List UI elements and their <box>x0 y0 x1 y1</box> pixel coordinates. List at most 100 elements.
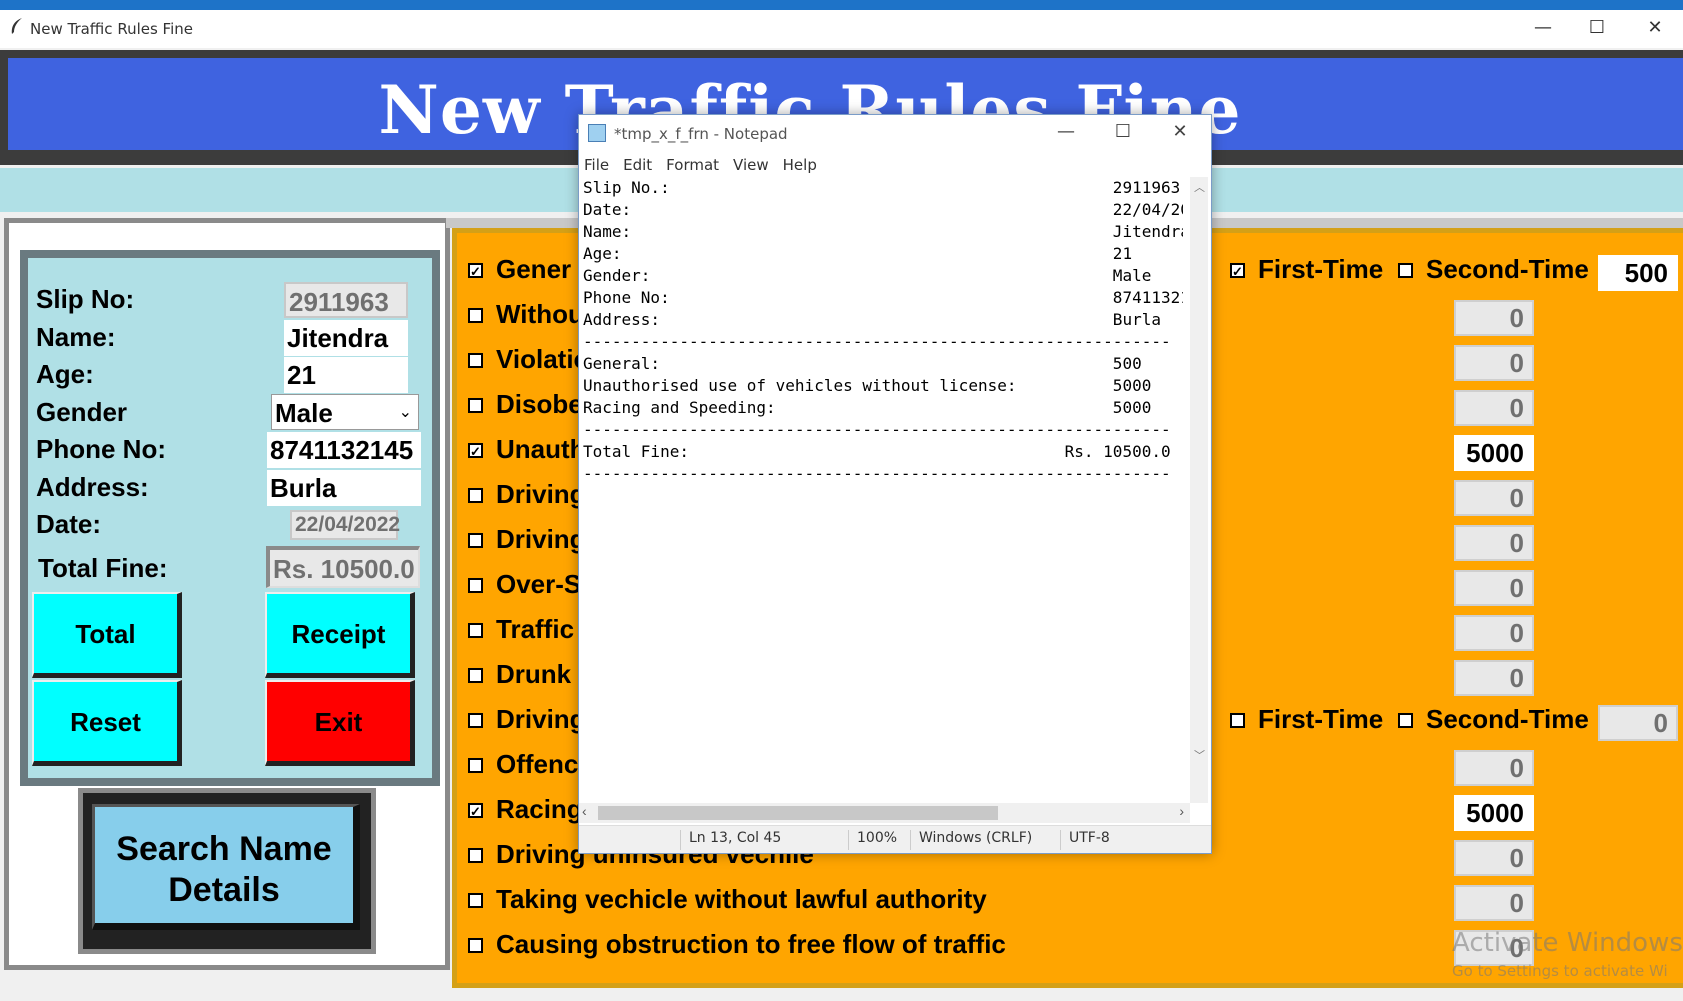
offence-checkbox[interactable] <box>468 848 483 863</box>
offence-checkbox[interactable] <box>468 893 483 908</box>
window-title: New Traffic Rules Fine <box>30 20 193 38</box>
total-button[interactable]: Total <box>32 592 182 678</box>
menu-file[interactable]: File <box>584 156 609 174</box>
offence-amount-field[interactable]: 0 <box>1454 300 1534 336</box>
offence-amount-field[interactable]: 0 <box>1454 660 1534 696</box>
chevron-down-icon: ⌄ <box>398 404 412 421</box>
menu-format[interactable]: Format <box>666 156 719 174</box>
notepad-minimize-button[interactable]: — <box>1046 120 1086 144</box>
top-accent-strip <box>0 0 1683 10</box>
offence-label: Withou <box>496 299 584 329</box>
offence-amount-field[interactable]: 0 <box>1454 525 1534 561</box>
date-field[interactable]: 22/04/2022 <box>290 510 400 540</box>
notepad-line: Unauthorised use of vehicles without lic… <box>583 376 1152 395</box>
notepad-line: Phone No: 8741132145 <box>583 288 1183 307</box>
menu-view[interactable]: View <box>733 156 769 174</box>
gender-select[interactable]: Male ⌄ <box>271 394 419 430</box>
offence-amount-field[interactable]: 0 <box>1454 750 1534 786</box>
offence-checkbox[interactable]: ✓ <box>468 803 483 818</box>
offence-label: Over-S <box>496 569 582 599</box>
receipt-button[interactable]: Receipt <box>265 592 415 678</box>
offence-label: Driving <box>496 704 586 734</box>
reset-button[interactable]: Reset <box>32 680 182 766</box>
first-second-amount-field[interactable]: 0 <box>1598 705 1678 741</box>
offence-checkbox[interactable] <box>468 488 483 503</box>
address-label: Address: <box>36 472 149 502</box>
offence-amount-field[interactable]: 0 <box>1454 885 1534 921</box>
first-second-amount-field[interactable]: 500 <box>1598 255 1678 291</box>
first-time-label: First-Time <box>1258 704 1384 734</box>
activation-watermark-title: Activate Windows <box>1452 928 1683 958</box>
offence-checkbox[interactable] <box>468 533 483 548</box>
menu-help[interactable]: Help <box>783 156 817 174</box>
offence-checkbox[interactable] <box>468 668 483 683</box>
status-line-ending: Windows (CRLF) <box>910 830 1032 850</box>
status-position: Ln 13, Col 45 <box>680 830 781 850</box>
notepad-scroll-thumb[interactable] <box>598 806 998 820</box>
offence-checkbox[interactable] <box>468 938 483 953</box>
scroll-left-icon[interactable]: ‹ <box>582 803 587 819</box>
notepad-text-area[interactable]: Slip No.: 2911963 Date: 22/04/2022 Name: J… <box>583 177 1183 803</box>
notepad-line: Gender: Male <box>583 266 1152 285</box>
notepad-line: Racing and Speeding: 5000 <box>583 398 1152 417</box>
offence-checkbox[interactable]: ✓ <box>468 263 483 278</box>
offence-label: Drunk <box>496 659 572 689</box>
notepad-title: *tmp_x_f_frn - Notepad <box>614 125 788 143</box>
offence-amount-field[interactable]: 5000 <box>1454 795 1534 831</box>
notepad-line: Date: 22/04/2022 <box>583 200 1183 219</box>
offence-amount-field[interactable]: 0 <box>1454 840 1534 876</box>
offence-amount-field[interactable]: 0 <box>1454 480 1534 516</box>
offence-checkbox[interactable] <box>468 713 483 728</box>
offence-label: Gener <box>496 254 572 284</box>
offence-checkbox[interactable] <box>468 398 483 413</box>
first-time-checkbox[interactable]: ✓ <box>1230 263 1245 278</box>
age-label: Age: <box>36 359 94 389</box>
exit-button[interactable]: Exit <box>265 680 415 766</box>
scroll-up-icon[interactable]: ︿ <box>1194 179 1205 195</box>
notepad-close-button[interactable]: ✕ <box>1160 120 1200 144</box>
first-time-label: First-Time <box>1258 254 1384 284</box>
offence-label: Taking vechicle without lawful authority <box>496 884 987 914</box>
minimize-button[interactable]: — <box>1528 16 1558 40</box>
close-button[interactable]: ✕ <box>1640 16 1670 40</box>
search-name-details-button[interactable]: Search Name Details <box>92 804 360 930</box>
status-encoding: UTF-8 <box>1060 830 1110 850</box>
gender-label: Gender <box>36 397 128 427</box>
menu-edit[interactable]: Edit <box>623 156 652 174</box>
offence-label: Unauth <box>496 434 586 464</box>
notepad-vertical-scrollbar[interactable]: ︿ ﹀ <box>1190 177 1208 803</box>
scroll-down-icon[interactable]: ﹀ <box>1194 747 1205 763</box>
maximize-button[interactable]: ☐ <box>1582 16 1612 40</box>
offence-checkbox[interactable] <box>468 758 483 773</box>
offence-amount-field[interactable]: 0 <box>1454 390 1534 426</box>
slip-label: Slip No: <box>36 284 135 314</box>
offence-label: Racing <box>496 794 583 824</box>
name-field[interactable]: Jitendra <box>284 320 408 356</box>
age-field[interactable]: 21 <box>284 357 408 393</box>
notepad-maximize-button[interactable]: ☐ <box>1103 120 1143 144</box>
offence-amount-field[interactable]: 0 <box>1454 345 1534 381</box>
second-time-checkbox[interactable] <box>1398 713 1413 728</box>
first-time-checkbox[interactable] <box>1230 713 1245 728</box>
slip-field[interactable]: 2911963 <box>284 282 408 318</box>
notepad-line: General: 500 <box>583 354 1142 373</box>
offence-checkbox[interactable] <box>468 623 483 638</box>
offence-amount-field[interactable]: 0 <box>1454 570 1534 606</box>
notepad-line: ----------------------------------------… <box>583 464 1171 483</box>
notepad-line: Total Fine: Rs. 10500.0 <box>583 442 1171 461</box>
offence-amount-field[interactable]: 5000 <box>1454 435 1534 471</box>
activation-watermark-subtitle: Go to Settings to activate Wi <box>1452 962 1668 980</box>
address-field[interactable]: Burla <box>267 470 421 506</box>
second-time-checkbox[interactable] <box>1398 263 1413 278</box>
offence-checkbox[interactable] <box>468 353 483 368</box>
offence-amount-field[interactable]: 0 <box>1454 615 1534 651</box>
second-time-label: Second-Time <box>1426 704 1589 734</box>
offence-label: Disobe <box>496 389 583 419</box>
scroll-right-icon[interactable]: › <box>1179 803 1184 819</box>
offence-checkbox[interactable] <box>468 578 483 593</box>
window-titlebar[interactable] <box>0 10 1683 48</box>
offence-checkbox[interactable] <box>468 308 483 323</box>
gender-value: Male <box>275 398 333 428</box>
offence-checkbox[interactable]: ✓ <box>468 443 483 458</box>
phone-field[interactable]: 8741132145 <box>267 432 421 468</box>
